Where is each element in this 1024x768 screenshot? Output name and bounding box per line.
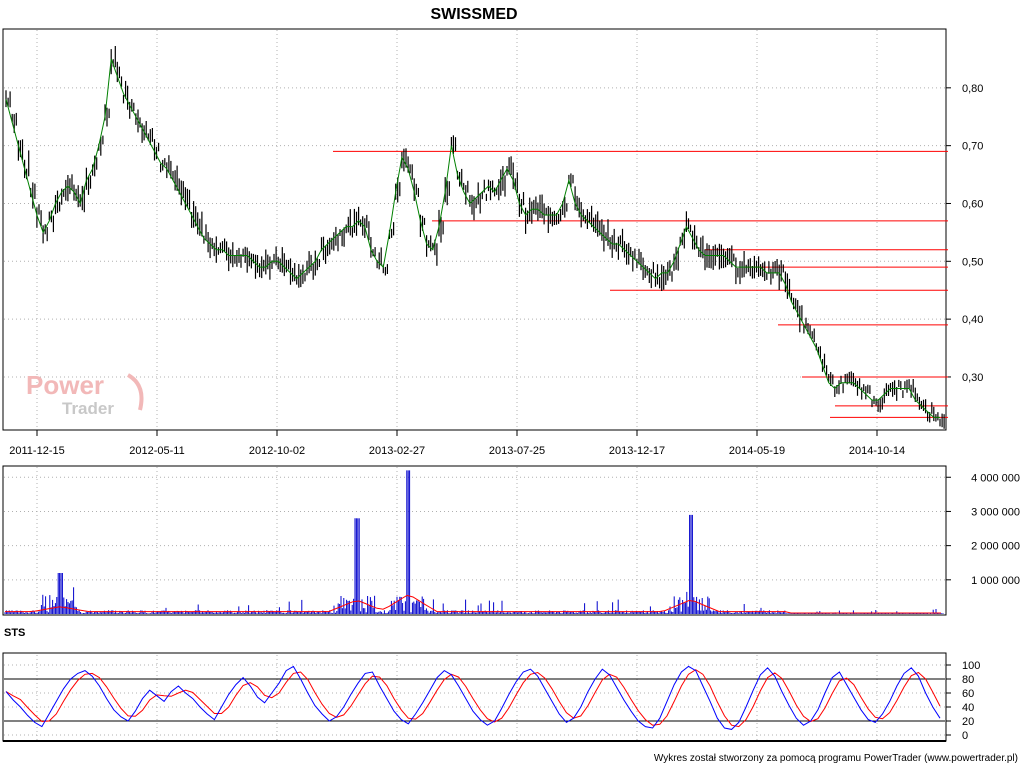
chart-title: SWISSMED: [430, 6, 517, 23]
sts-d-line: [5, 669, 941, 728]
volume-moving-average: [5, 594, 941, 614]
price-axis: 0,30 0,40 0,50 0,60 0,70 0,80: [946, 83, 983, 384]
price-tick-label: 0,40: [962, 314, 983, 326]
price-close-line: [5, 58, 940, 418]
support-resistance-lines: [333, 150, 948, 418]
volume-tick-label: 4 000 000: [971, 472, 1020, 484]
sts-series: [5, 665, 941, 730]
price-panel-frame: [2, 28, 947, 431]
volume-tick-label: 2 000 000: [971, 541, 1020, 553]
price-tick-label: 0,80: [962, 83, 983, 95]
stock-chart: 0,30 0,40 0,50 0,60 0,70 0,80 1 000 000 2 000 …: [2, 6, 1020, 764]
sts-tick-label: 40: [962, 702, 974, 714]
sts-tick-label: 80: [962, 674, 974, 686]
price-series: [5, 46, 945, 429]
date-tick-label: 2013-07-25: [489, 445, 545, 457]
volume-tick-label: 1 000 000: [971, 575, 1020, 587]
price-tick-label: 0,30: [962, 372, 983, 384]
price-tick-label: 0,60: [962, 198, 983, 210]
date-tick-label: 2011-12-15: [9, 445, 64, 457]
volume-axis: 1 000 000 2 000 000 3 000 000 4 000 000: [946, 472, 1020, 587]
date-tick-label: 2012-10-02: [249, 445, 305, 457]
sts-tick-label: 20: [962, 716, 974, 728]
grid: [4, 30, 945, 740]
price-tick-label: 0,70: [962, 141, 983, 153]
price-tick-label: 0,50: [962, 256, 983, 268]
date-tick-label: 2012-05-11: [129, 445, 184, 457]
logo-text-power: Power: [26, 370, 104, 400]
sts-tick-label: 0: [962, 730, 968, 742]
logo-swoosh-icon: [126, 373, 144, 411]
sts-panel-label: STS: [4, 627, 25, 639]
volume-panel-frame: [2, 465, 947, 616]
sts-tick-label: 60: [962, 688, 974, 700]
footer-credit: Wykres został stworzony za pomocą progra…: [654, 753, 1018, 764]
date-tick-label: 2014-05-19: [729, 445, 785, 457]
volume-tick-label: 3 000 000: [971, 506, 1020, 518]
date-tick-label: 2014-10-14: [849, 445, 905, 457]
logo-text-trader: Trader: [62, 399, 114, 418]
sts-tick-label: 100: [962, 660, 980, 672]
date-axis: 2011-12-15 2012-05-11 2012-10-02 2013-02-27…: [9, 430, 905, 457]
sts-axis: 0 20 40 60 80 100: [946, 660, 980, 742]
volume-series: [4, 470, 944, 614]
date-tick-label: 2013-02-27: [369, 445, 425, 457]
date-tick-label: 2013-12-17: [609, 445, 665, 457]
